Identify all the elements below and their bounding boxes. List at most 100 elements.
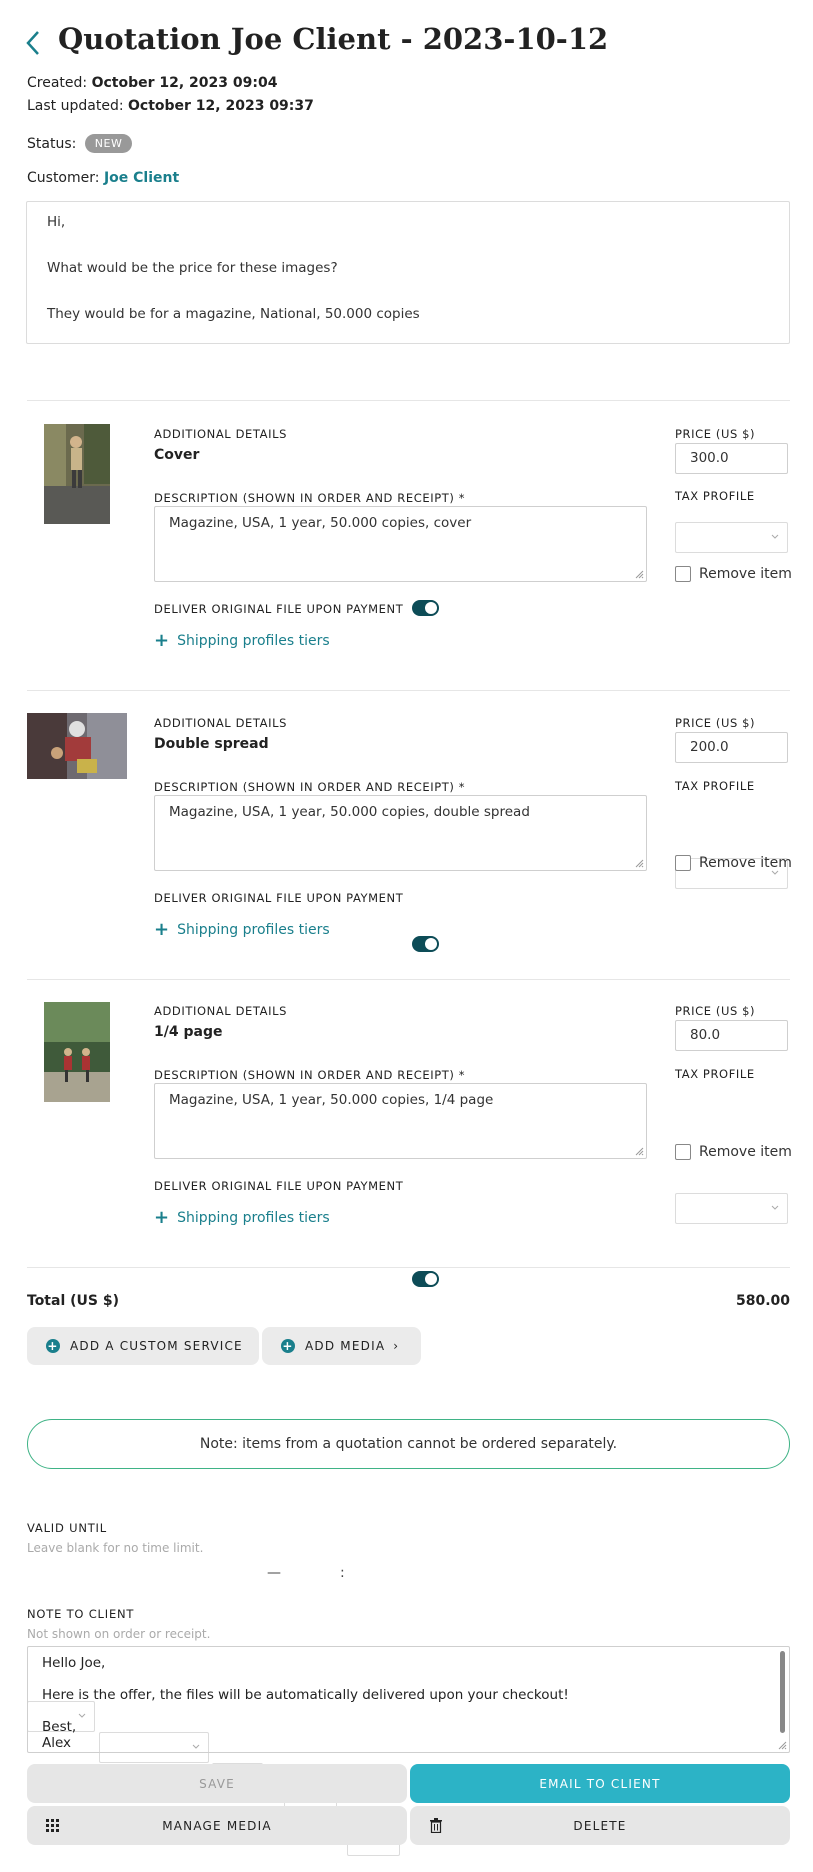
note-banner-text: Note: items from a quotation cannot be o… <box>199 1436 618 1452</box>
plus-icon: + <box>154 1207 170 1228</box>
note-line <box>42 1671 775 1687</box>
description-textarea[interactable]: Magazine, USA, 1 year, 50.000 copies, 1/… <box>154 1083 647 1159</box>
resize-grip-icon[interactable] <box>777 1740 787 1750</box>
grid-icon <box>46 1819 59 1832</box>
save-label: SAVE <box>199 1776 235 1791</box>
save-button[interactable]: SAVE <box>27 1764 407 1803</box>
client-message: Hi, What would be the price for these im… <box>26 201 790 344</box>
price-input[interactable]: 300.0 <box>675 443 788 474</box>
remove-item-checkbox[interactable] <box>675 566 691 582</box>
price-input[interactable]: 80.0 <box>675 1020 788 1051</box>
divider <box>27 690 790 691</box>
add-circle-icon: + <box>46 1339 60 1353</box>
scrollbar[interactable] <box>780 1651 785 1733</box>
item-thumbnail[interactable] <box>44 1002 110 1102</box>
description-textarea[interactable]: Magazine, USA, 1 year, 50.000 copies, co… <box>154 506 647 582</box>
note-line: Alex <box>42 1735 72 1751</box>
back-icon[interactable] <box>22 28 46 58</box>
total-label: Total (US $) <box>27 1293 119 1309</box>
note-line: Here is the offer, the files will be aut… <box>42 1687 569 1703</box>
manage-media-button[interactable]: MANAGE MEDIA <box>27 1806 407 1845</box>
additional-details-label: ADDITIONAL DETAILS <box>154 1004 287 1018</box>
item-thumbnail[interactable] <box>27 713 127 779</box>
created-row: Created: October 12, 2023 09:04 <box>27 75 277 91</box>
shipping-link-label: Shipping profiles tiers <box>177 633 330 649</box>
remove-item-checkbox[interactable] <box>675 855 691 871</box>
shipping-link-label: Shipping profiles tiers <box>177 922 330 938</box>
plus-icon: + <box>154 919 170 940</box>
tax-profile-label: TAX PROFILE <box>675 489 755 503</box>
chevron-down-icon <box>771 534 779 539</box>
tax-profile-label: TAX PROFILE <box>675 1067 755 1081</box>
description-text: Magazine, USA, 1 year, 50.000 copies, 1/… <box>169 1092 494 1108</box>
resize-grip-icon[interactable] <box>634 1146 644 1156</box>
note-line: Best, <box>42 1719 77 1735</box>
updated-row: Last updated: October 12, 2023 09:37 <box>27 98 314 114</box>
price-label: PRICE (US $) <box>675 1004 756 1018</box>
delete-button[interactable]: DELETE <box>410 1806 790 1845</box>
remove-item-label[interactable]: Remove item <box>699 566 792 582</box>
tax-profile-select[interactable] <box>675 522 788 553</box>
status-badge: NEW <box>84 134 133 153</box>
status-row: Status: NEW <box>27 134 133 153</box>
message-line: Hi, <box>47 214 66 230</box>
remove-item-label[interactable]: Remove item <box>699 1144 792 1160</box>
status-label: Status: <box>27 136 77 152</box>
price-label: PRICE (US $) <box>675 716 756 730</box>
add-media-label: ADD MEDIA <box>305 1339 386 1353</box>
add-circle-icon: + <box>281 1339 295 1353</box>
shipping-profiles-link[interactable]: + Shipping profiles tiers <box>154 921 330 939</box>
item-title: Double spread <box>154 736 269 752</box>
updated-value: October 12, 2023 09:37 <box>128 98 314 114</box>
price-input[interactable]: 200.0 <box>675 732 788 763</box>
note-to-client-textarea[interactable]: Hello Joe, Here is the offer, the files … <box>27 1646 790 1753</box>
add-custom-service-button[interactable]: + ADD A CUSTOM SERVICE <box>27 1327 259 1365</box>
deliver-label: DELIVER ORIGINAL FILE UPON PAYMENT <box>154 891 404 905</box>
message-line <box>47 285 769 308</box>
total-value: 580.00 <box>735 1293 790 1309</box>
page-title: Quotation Joe Client - 2023-10-12 <box>58 22 609 56</box>
plus-icon: + <box>154 630 170 651</box>
item-thumbnail[interactable] <box>44 424 110 524</box>
divider <box>27 400 790 401</box>
delete-label: DELETE <box>573 1818 627 1833</box>
deliver-toggle[interactable] <box>412 936 439 952</box>
email-to-client-button[interactable]: EMAIL TO CLIENT <box>410 1764 790 1803</box>
description-textarea[interactable]: Magazine, USA, 1 year, 50.000 copies, do… <box>154 795 647 871</box>
remove-item-label[interactable]: Remove item <box>699 855 792 871</box>
remove-item-checkbox[interactable] <box>675 1144 691 1160</box>
additional-details-label: ADDITIONAL DETAILS <box>154 427 287 441</box>
created-value: October 12, 2023 09:04 <box>91 75 278 91</box>
trash-icon <box>430 1818 442 1833</box>
add-media-button[interactable]: + ADD MEDIA › <box>262 1327 421 1365</box>
deliver-label: DELIVER ORIGINAL FILE UPON PAYMENT <box>154 602 404 616</box>
deliver-toggle[interactable] <box>412 1271 439 1287</box>
description-label: DESCRIPTION (SHOWN IN ORDER AND RECEIPT)… <box>154 1068 466 1082</box>
customer-row: Customer: Joe Client <box>27 170 179 186</box>
message-line: They would be for a magazine, National, … <box>47 306 420 322</box>
chevron-down-icon <box>771 1205 779 1210</box>
deliver-toggle[interactable] <box>412 600 439 616</box>
valid-until-hint: Leave blank for no time limit. <box>27 1541 204 1555</box>
divider <box>27 1267 790 1268</box>
customer-label: Customer: <box>27 170 100 186</box>
price-label: PRICE (US $) <box>675 427 756 441</box>
shipping-profiles-link[interactable]: + Shipping profiles tiers <box>154 1209 330 1227</box>
customer-link[interactable]: Joe Client <box>104 170 179 186</box>
tax-profile-select[interactable] <box>675 1193 788 1224</box>
description-label: DESCRIPTION (SHOWN IN ORDER AND RECEIPT)… <box>154 491 466 505</box>
manage-media-label: MANAGE MEDIA <box>162 1818 272 1833</box>
chevron-right-icon: › <box>393 1339 400 1353</box>
deliver-label: DELIVER ORIGINAL FILE UPON PAYMENT <box>154 1179 404 1193</box>
note-to-client-label: NOTE TO CLIENT <box>27 1607 135 1621</box>
resize-grip-icon[interactable] <box>634 858 644 868</box>
time-colon: : <box>340 1565 345 1581</box>
description-text: Magazine, USA, 1 year, 50.000 copies, co… <box>169 515 472 531</box>
resize-grip-icon[interactable] <box>634 569 644 579</box>
description-text: Magazine, USA, 1 year, 50.000 copies, do… <box>169 804 530 820</box>
note-banner: Note: items from a quotation cannot be o… <box>27 1419 790 1469</box>
shipping-profiles-link[interactable]: + Shipping profiles tiers <box>154 632 330 650</box>
add-service-label: ADD A CUSTOM SERVICE <box>70 1339 243 1353</box>
tax-profile-label: TAX PROFILE <box>675 779 755 793</box>
item-title: 1/4 page <box>154 1024 223 1040</box>
